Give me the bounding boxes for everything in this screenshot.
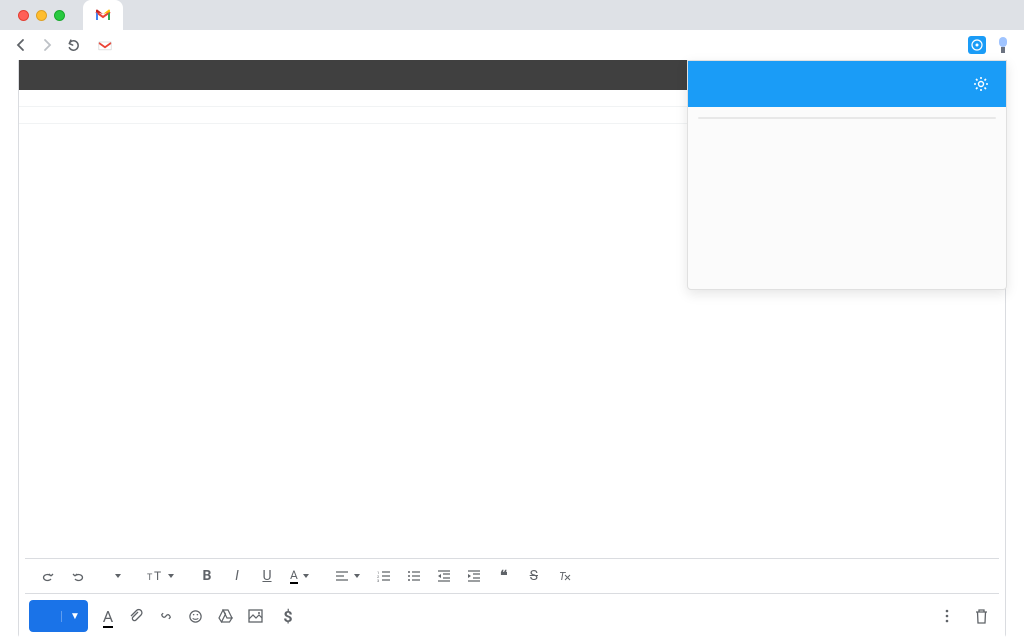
format-toolbar: TT B I U A 123 ❝ S T <box>25 558 999 594</box>
reload-button[interactable] <box>64 36 82 54</box>
underline-button[interactable]: U <box>254 563 280 589</box>
send-options-dropdown[interactable]: ▼ <box>61 611 88 622</box>
more-options-icon[interactable] <box>945 608 965 624</box>
forward-button[interactable] <box>38 36 56 54</box>
svg-text:T: T <box>147 573 153 583</box>
gmail-icon <box>95 9 111 21</box>
emoji-icon[interactable] <box>188 609 208 624</box>
font-size-select[interactable]: TT <box>141 563 181 589</box>
window-controls <box>18 10 65 21</box>
insert-photo-icon[interactable] <box>248 609 268 623</box>
quote-button[interactable]: ❝ <box>491 563 517 589</box>
svg-text:T: T <box>559 570 566 583</box>
profile-avatar-icon[interactable] <box>994 36 1012 54</box>
link-icon[interactable] <box>158 608 178 624</box>
gmail-favicon-icon <box>98 40 112 51</box>
bullet-list-button[interactable] <box>401 563 427 589</box>
formatting-toggle-icon[interactable]: A <box>98 607 118 626</box>
address-row <box>0 30 1024 60</box>
italic-button[interactable]: I <box>224 563 250 589</box>
browser-tab-gmail[interactable] <box>83 0 123 30</box>
minimize-window-button[interactable] <box>36 10 47 21</box>
extension-icons <box>968 36 1012 54</box>
text-color-button[interactable]: A <box>284 563 316 589</box>
meeting-list <box>688 107 1006 129</box>
compose-window: TT B I U A 123 ❝ S T ▼ A <box>18 60 1006 638</box>
numbered-list-button[interactable]: 123 <box>371 563 397 589</box>
align-button[interactable] <box>329 563 367 589</box>
appointlet-extension-icon[interactable] <box>968 36 986 54</box>
undo-button[interactable] <box>35 563 61 589</box>
remove-formatting-button[interactable]: T <box>551 563 577 589</box>
money-icon[interactable]: $ <box>278 607 298 626</box>
redo-button[interactable] <box>65 563 91 589</box>
indent-less-button[interactable] <box>431 563 457 589</box>
meeting-links-header <box>688 61 1006 107</box>
attach-icon[interactable] <box>128 608 148 624</box>
send-row: ▼ A $ <box>19 594 1005 638</box>
maximize-window-button[interactable] <box>54 10 65 21</box>
indent-more-button[interactable] <box>461 563 487 589</box>
meeting-links-panel <box>687 60 1007 290</box>
svg-text:3: 3 <box>377 578 379 582</box>
font-family-select[interactable] <box>104 563 128 589</box>
send-button[interactable]: ▼ <box>29 600 88 632</box>
close-window-button[interactable] <box>18 10 29 21</box>
address-bar[interactable] <box>90 38 960 53</box>
tab-bar <box>0 0 1024 30</box>
back-button[interactable] <box>12 36 30 54</box>
strikethrough-button[interactable]: S <box>521 563 547 589</box>
drive-icon[interactable] <box>218 609 238 623</box>
browser-chrome <box>0 0 1024 60</box>
settings-icon[interactable] <box>972 75 990 93</box>
bold-button[interactable]: B <box>194 563 220 589</box>
svg-text:T: T <box>154 569 161 583</box>
discard-icon[interactable] <box>975 609 995 624</box>
